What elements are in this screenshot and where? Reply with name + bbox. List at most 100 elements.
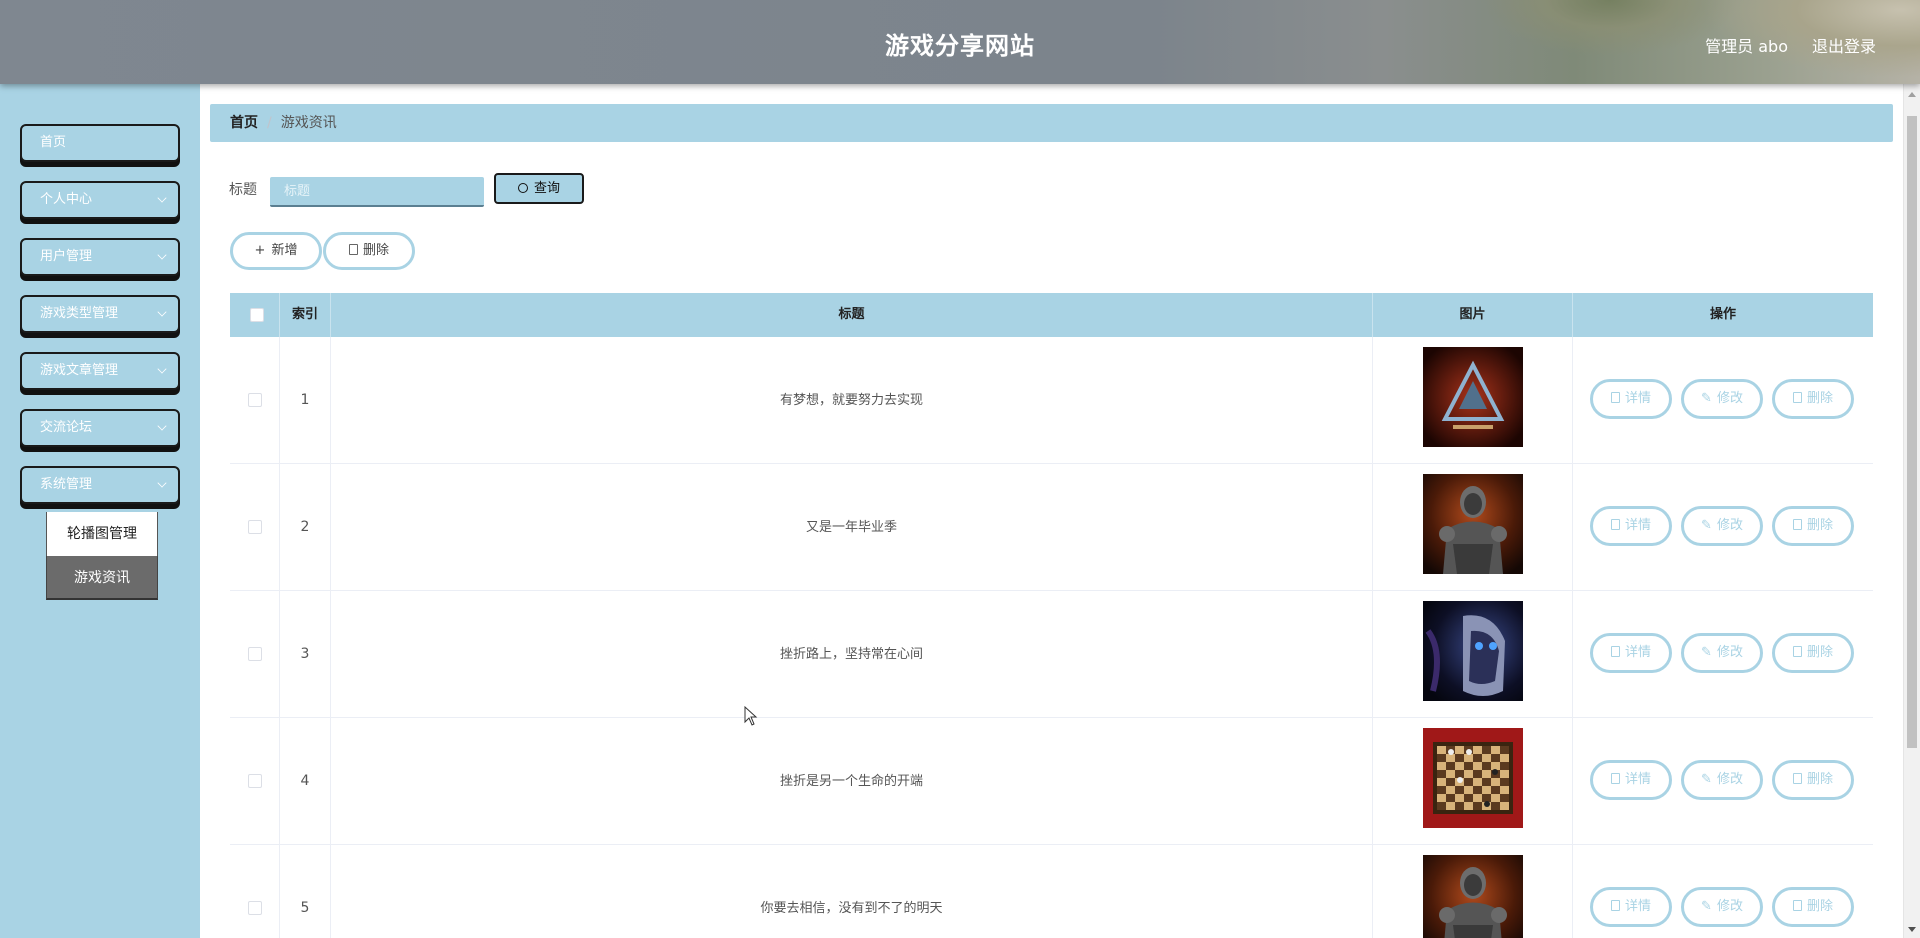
row-checkbox[interactable] bbox=[248, 520, 262, 534]
edit-button-label: 修改 bbox=[1716, 899, 1743, 914]
pencil-icon: ✎ bbox=[1701, 645, 1712, 660]
edit-button-label: 修改 bbox=[1716, 645, 1743, 660]
submenu-item-carousel-management[interactable]: 轮播图管理 bbox=[46, 512, 158, 556]
breadcrumb-current: 游戏资讯 bbox=[280, 115, 337, 131]
plus-icon: + bbox=[254, 243, 266, 258]
scrollbar-thumb[interactable] bbox=[1907, 116, 1917, 748]
chevron-down-icon bbox=[157, 478, 167, 488]
sidebar-item-label: 用户管理 bbox=[40, 249, 93, 264]
sidebar-item-label: 个人中心 bbox=[40, 192, 93, 207]
row-delete-button-label: 删除 bbox=[1806, 645, 1833, 660]
scroll-down-arrow-icon[interactable] bbox=[1908, 927, 1916, 932]
row-checkbox[interactable] bbox=[248, 774, 262, 788]
row-title: 挫折是另一个生命的开端 bbox=[779, 774, 923, 789]
row-checkbox[interactable] bbox=[248, 901, 262, 915]
scroll-up-arrow-icon[interactable] bbox=[1908, 92, 1916, 97]
pencil-icon: ✎ bbox=[1701, 518, 1712, 533]
edit-button-label: 修改 bbox=[1716, 772, 1743, 787]
sidebar-item-personal-center[interactable]: 个人中心 bbox=[20, 181, 180, 219]
sidebar-item-user-management[interactable]: 用户管理 bbox=[20, 238, 180, 276]
sidebar-item-label: 交流论坛 bbox=[40, 420, 93, 435]
sidebar-item-game-article-management[interactable]: 游戏文章管理 bbox=[20, 352, 180, 390]
row-delete-button[interactable]: 删除 bbox=[1772, 887, 1854, 927]
detail-button-label: 详情 bbox=[1624, 645, 1651, 660]
row-checkbox[interactable] bbox=[248, 647, 262, 661]
submenu-item-game-news[interactable]: 游戏资讯 bbox=[46, 556, 158, 600]
header-checkbox-cell bbox=[230, 293, 280, 337]
row-delete-button[interactable]: 删除 bbox=[1772, 633, 1854, 673]
table-row: 2 又是一年毕业季 详情 ✎ 修改 删除 bbox=[230, 464, 1873, 591]
trash-icon bbox=[1792, 646, 1802, 657]
page-scrollbar[interactable] bbox=[1903, 84, 1920, 938]
row-title: 挫折路上，坚持常在心间 bbox=[779, 647, 923, 662]
logout-link[interactable]: 退出登录 bbox=[1812, 33, 1876, 57]
row-checkbox-cell bbox=[230, 845, 280, 938]
edit-button-label: 修改 bbox=[1716, 518, 1743, 533]
sidebar-item-home[interactable]: 首页 bbox=[20, 124, 180, 162]
detail-button[interactable]: 详情 bbox=[1590, 887, 1672, 927]
row-delete-button[interactable]: 删除 bbox=[1772, 506, 1854, 546]
current-user-label: 管理员 abo bbox=[1705, 37, 1788, 56]
document-icon bbox=[1610, 646, 1620, 657]
game-thumbnail-image bbox=[1423, 728, 1523, 828]
sidebar-item-game-type-management[interactable]: 游戏类型管理 bbox=[20, 295, 180, 333]
game-thumbnail-image bbox=[1423, 855, 1523, 938]
edit-button[interactable]: ✎ 修改 bbox=[1681, 506, 1763, 546]
row-checkbox-cell bbox=[230, 718, 280, 845]
detail-button[interactable]: 详情 bbox=[1590, 760, 1672, 800]
column-header-actions: 操作 bbox=[1709, 307, 1736, 322]
table-row: 1 有梦想，就要努力去实现 详情 ✎ 修改 删除 bbox=[230, 337, 1873, 464]
row-delete-button[interactable]: 删除 bbox=[1772, 760, 1854, 800]
sidebar: 首页 个人中心 用户管理 游戏类型管理 游戏文章管理 交流论坛 系统管理 bbox=[0, 84, 200, 938]
sidebar-item-forum[interactable]: 交流论坛 bbox=[20, 409, 180, 447]
title-search-input[interactable] bbox=[270, 177, 484, 207]
document-icon bbox=[1610, 773, 1620, 784]
detail-button-label: 详情 bbox=[1624, 772, 1651, 787]
row-delete-button[interactable]: 删除 bbox=[1772, 379, 1854, 419]
trash-icon bbox=[1792, 773, 1802, 784]
sidebar-item-label: 首页 bbox=[40, 135, 67, 150]
row-delete-button-label: 删除 bbox=[1806, 518, 1833, 533]
detail-button-label: 详情 bbox=[1624, 391, 1651, 406]
detail-button[interactable]: 详情 bbox=[1590, 633, 1672, 673]
edit-button[interactable]: ✎ 修改 bbox=[1681, 633, 1763, 673]
game-thumbnail-image bbox=[1423, 347, 1523, 447]
search-button[interactable]: 查询 bbox=[494, 173, 584, 204]
sidebar-item-system-management[interactable]: 系统管理 bbox=[20, 466, 180, 504]
pencil-icon: ✎ bbox=[1701, 391, 1712, 406]
trash-icon bbox=[1792, 519, 1802, 530]
detail-button[interactable]: 详情 bbox=[1590, 506, 1672, 546]
row-title: 又是一年毕业季 bbox=[805, 520, 897, 535]
chevron-down-icon bbox=[157, 250, 167, 260]
edit-button[interactable]: ✎ 修改 bbox=[1681, 760, 1763, 800]
game-thumbnail-image bbox=[1423, 601, 1523, 701]
row-title: 有梦想，就要努力去实现 bbox=[779, 393, 923, 408]
detail-button-label: 详情 bbox=[1624, 518, 1651, 533]
document-icon bbox=[1610, 900, 1620, 911]
row-index: 2 bbox=[300, 519, 310, 535]
row-checkbox-cell bbox=[230, 337, 280, 464]
row-checkbox-cell bbox=[230, 591, 280, 718]
game-thumbnail-image bbox=[1423, 474, 1523, 574]
row-delete-button-label: 删除 bbox=[1806, 899, 1833, 914]
edit-button[interactable]: ✎ 修改 bbox=[1681, 887, 1763, 927]
row-index: 3 bbox=[300, 646, 310, 662]
chevron-down-icon bbox=[157, 364, 167, 374]
trash-icon bbox=[348, 244, 358, 255]
site-title: 游戏分享网站 bbox=[885, 32, 1035, 60]
trash-icon bbox=[1792, 900, 1802, 911]
edit-button[interactable]: ✎ 修改 bbox=[1681, 379, 1763, 419]
batch-delete-button[interactable]: 删除 bbox=[323, 232, 415, 270]
row-title: 你要去相信，没有到不了的明天 bbox=[760, 901, 943, 916]
row-checkbox[interactable] bbox=[248, 393, 262, 407]
row-checkbox-cell bbox=[230, 464, 280, 591]
detail-button[interactable]: 详情 bbox=[1590, 379, 1672, 419]
detail-button-label: 详情 bbox=[1624, 899, 1651, 914]
select-all-checkbox[interactable] bbox=[250, 308, 264, 322]
add-button[interactable]: + 新增 bbox=[230, 232, 322, 270]
row-index: 5 bbox=[300, 900, 310, 916]
sidebar-item-label: 系统管理 bbox=[40, 477, 93, 492]
breadcrumb-home[interactable]: 首页 bbox=[230, 115, 258, 131]
edit-button-label: 修改 bbox=[1716, 391, 1743, 406]
column-header-index: 索引 bbox=[280, 293, 331, 337]
